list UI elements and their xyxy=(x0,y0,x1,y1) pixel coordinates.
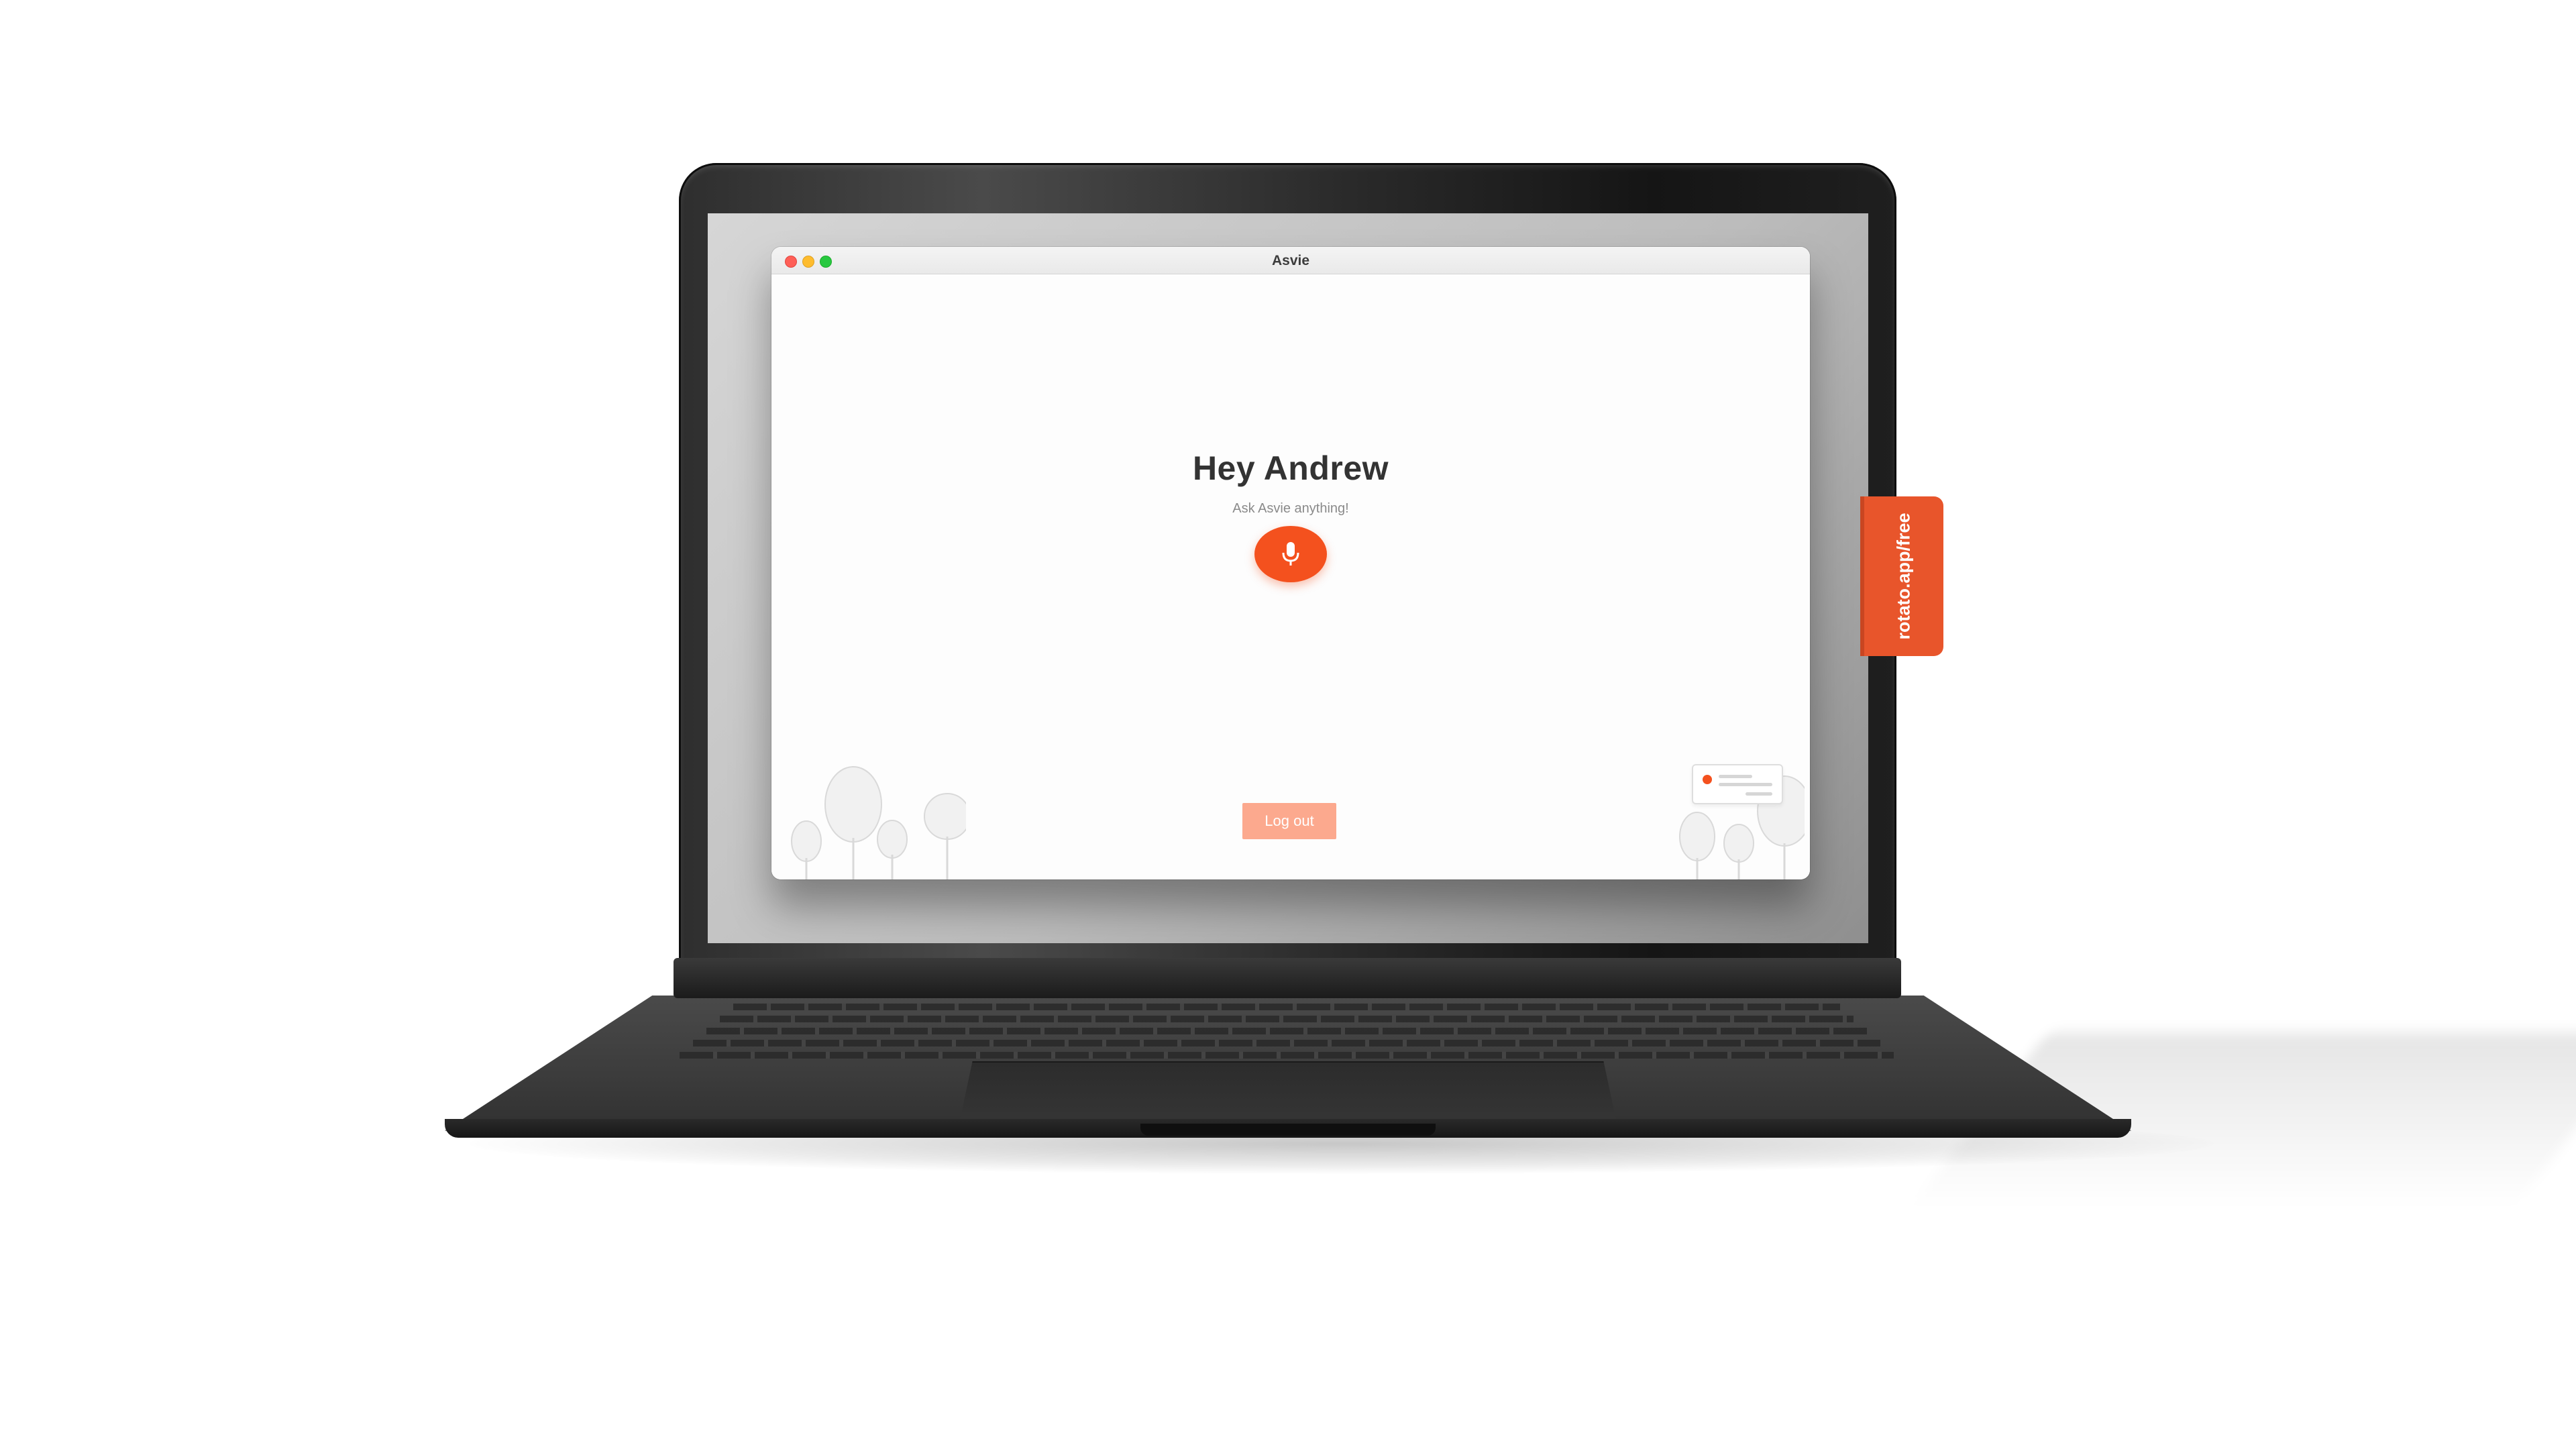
notification-line xyxy=(1746,792,1772,796)
app-window: Asvie Hey Andrew Ask Asvie anything! Log… xyxy=(771,247,1810,879)
window-title: Asvie xyxy=(1271,253,1310,268)
notification-line xyxy=(1719,783,1772,786)
notification-card-illustration xyxy=(1692,764,1783,804)
laptop-display: Asvie Hey Andrew Ask Asvie anything! Log… xyxy=(708,213,1868,943)
watermark-label: rotato.app/free xyxy=(1893,513,1914,640)
greeting-subtitle: Ask Asvie anything! xyxy=(1232,501,1349,516)
main-content: Hey Andrew Ask Asvie anything! Log out xyxy=(771,274,1810,879)
keyboard-row xyxy=(720,1016,1854,1022)
trees-illustration-left xyxy=(791,766,966,879)
keyboard-row xyxy=(680,1052,1894,1059)
scene: Asvie Hey Andrew Ask Asvie anything! Log… xyxy=(0,0,2576,1449)
notification-dot xyxy=(1703,775,1712,784)
laptop-notch xyxy=(1140,1124,1436,1136)
keyboard-row xyxy=(733,1004,1840,1010)
keyboard-row xyxy=(693,1040,1880,1046)
laptop-hinge xyxy=(674,958,1901,998)
window-titlebar[interactable]: Asvie xyxy=(771,247,1810,274)
logout-button[interactable]: Log out xyxy=(1242,803,1336,839)
rotato-watermark-tab[interactable]: rotato.app/free xyxy=(1864,496,1943,656)
microphone-button[interactable] xyxy=(1254,526,1327,582)
microphone-icon xyxy=(1282,542,1299,566)
keyboard-row xyxy=(706,1028,1867,1034)
notification-line xyxy=(1719,775,1752,778)
greeting-heading: Hey Andrew xyxy=(1192,449,1389,487)
trackpad xyxy=(959,1061,1617,1123)
